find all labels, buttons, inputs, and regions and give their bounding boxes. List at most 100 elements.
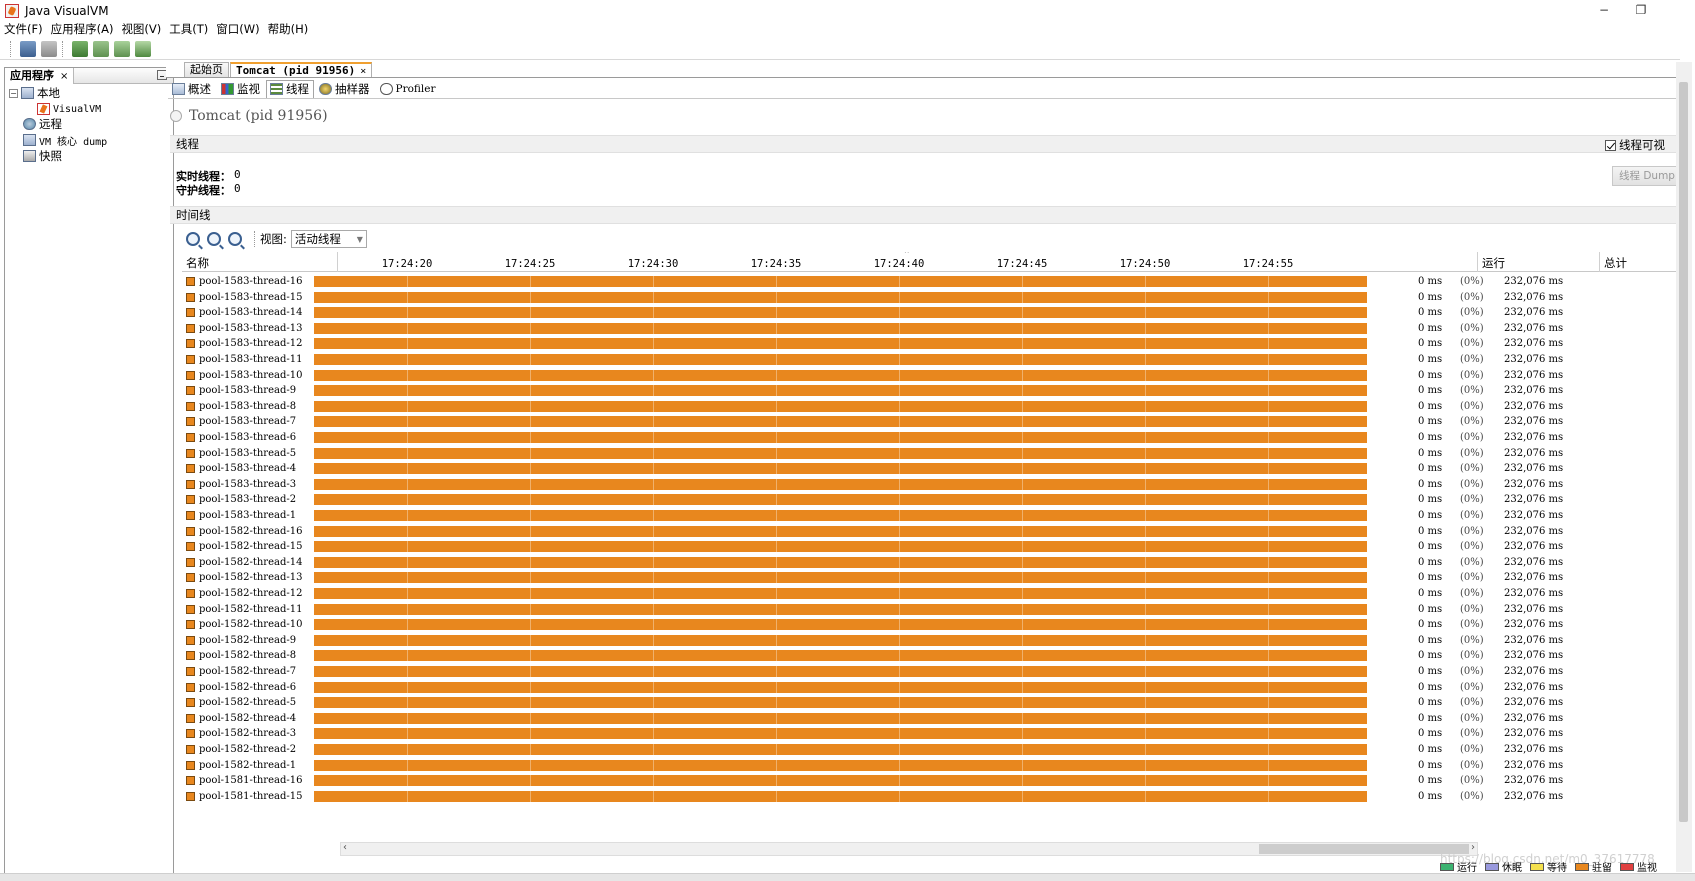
thread-row[interactable]: pool-1582-thread-11 0 ms (0%) 232,076 ms [182, 600, 1680, 618]
column-header-total[interactable]: 总计 [1604, 255, 1627, 271]
thread-row[interactable]: pool-1583-thread-6 0 ms (0%) 232,076 ms [182, 429, 1680, 446]
thread-row[interactable]: pool-1583-thread-4 0 ms (0%) 232,076 ms [182, 460, 1680, 478]
timeline-gridline [776, 787, 777, 805]
thread-row[interactable]: pool-1583-thread-10 0 ms (0%) 232,076 ms [182, 366, 1680, 384]
thread-row[interactable]: pool-1581-thread-16 0 ms (0%) 232,076 ms [182, 772, 1680, 790]
thread-row[interactable]: pool-1582-thread-2 0 ms (0%) 232,076 ms [182, 741, 1680, 758]
threads-visible-checkbox[interactable]: 线程可视 [1605, 137, 1665, 154]
thread-row[interactable]: pool-1582-thread-5 0 ms (0%) 232,076 ms [182, 694, 1680, 712]
tree-node-snapshots[interactable]: 快照 [23, 148, 62, 164]
tab-label: 概述 [188, 81, 211, 96]
menu-help[interactable]: 帮助(H) [268, 21, 309, 37]
thread-row[interactable]: pool-1583-thread-15 0 ms (0%) 232,076 ms [182, 288, 1680, 306]
thread-row[interactable]: pool-1583-thread-1 0 ms (0%) 232,076 ms [182, 507, 1680, 524]
applications-tab[interactable]: 应用程序 × [5, 67, 75, 84]
zoom-out-icon[interactable] [207, 232, 221, 246]
thread-row[interactable]: pool-1583-thread-3 0 ms (0%) 232,076 ms [182, 475, 1680, 493]
tab-tomcat[interactable]: Tomcat (pid 91956) × [230, 62, 373, 77]
load-application-snapshot-icon[interactable] [135, 40, 151, 57]
thread-dump-button[interactable]: 线程 Dump [1612, 166, 1682, 186]
thread-name-label: pool-1583-thread-16 [199, 276, 303, 287]
thread-row[interactable]: pool-1583-thread-8 0 ms (0%) 232,076 ms [182, 397, 1680, 415]
column-header-running[interactable]: 运行 [1482, 255, 1505, 271]
tab-monitor[interactable]: 监视 [217, 80, 265, 98]
minimize-button[interactable]: − [1585, 0, 1623, 22]
thread-total-time: 232,076 ms [1504, 338, 1564, 350]
thread-row[interactable]: pool-1582-thread-9 0 ms (0%) 232,076 ms [182, 631, 1680, 649]
close-icon[interactable]: × [60, 71, 68, 82]
tree-node-remote[interactable]: 远程 [23, 116, 62, 132]
add-jmx-connection-icon[interactable] [93, 40, 109, 57]
tab-overview[interactable]: 概述 [168, 80, 216, 98]
menu-window[interactable]: 窗口(W) [216, 21, 259, 37]
timeline-gridline [530, 288, 531, 306]
close-icon[interactable]: × [360, 66, 366, 77]
thread-row[interactable]: pool-1582-thread-10 0 ms (0%) 232,076 ms [182, 616, 1680, 634]
zoom-fit-icon[interactable] [228, 232, 242, 246]
thread-row[interactable]: pool-1582-thread-13 0 ms (0%) 232,076 ms [182, 569, 1680, 587]
thread-row[interactable]: pool-1583-thread-14 0 ms (0%) 232,076 ms [182, 304, 1680, 322]
thread-row[interactable]: pool-1582-thread-3 0 ms (0%) 232,076 ms [182, 725, 1680, 743]
tab-profiler[interactable]: Profiler [376, 80, 441, 98]
menu-applications[interactable]: 应用程序(A) [51, 21, 114, 37]
restore-button[interactable]: ❐ [1622, 0, 1660, 22]
thread-row[interactable]: pool-1582-thread-14 0 ms (0%) 232,076 ms [182, 553, 1680, 571]
column-divider[interactable] [337, 252, 338, 272]
thread-row[interactable]: pool-1582-thread-15 0 ms (0%) 232,076 ms [182, 538, 1680, 556]
checkbox-icon[interactable] [1605, 140, 1616, 151]
thread-row[interactable]: pool-1582-thread-8 0 ms (0%) 232,076 ms [182, 647, 1680, 665]
scrollbar-thumb[interactable] [1259, 844, 1469, 854]
thread-row[interactable]: pool-1583-thread-16 0 ms (0%) 232,076 ms [182, 273, 1680, 290]
thread-running-time: 0 ms [1418, 603, 1443, 615]
load-snapshot-icon[interactable] [20, 40, 36, 57]
column-divider[interactable] [1599, 252, 1600, 272]
timeline-tick-label: 17:24:50 [1119, 258, 1171, 270]
thread-running-percent: (0%) [1460, 759, 1484, 771]
thread-row[interactable]: pool-1582-thread-6 0 ms (0%) 232,076 ms [182, 678, 1680, 696]
scroll-left-icon[interactable]: ‹ [343, 842, 347, 853]
thread-row[interactable]: pool-1583-thread-11 0 ms (0%) 232,076 ms [182, 351, 1680, 368]
thread-row[interactable]: pool-1581-thread-15 0 ms (0%) 232,076 ms [182, 787, 1680, 805]
toolbar-grip [10, 40, 14, 57]
add-vm-coredump-icon[interactable] [114, 40, 130, 57]
threads-section-title: 线程 [176, 137, 199, 151]
thread-name: pool-1583-thread-16 [186, 275, 302, 288]
tab-threads[interactable]: 线程 [266, 79, 314, 98]
tree-node-local[interactable]: − 本地 [9, 85, 60, 101]
menu-file[interactable]: 文件(F) [4, 21, 43, 37]
thread-name: pool-1583-thread-4 [186, 462, 296, 475]
thread-row[interactable]: pool-1582-thread-7 0 ms (0%) 232,076 ms [182, 663, 1680, 680]
timeline-gridline [776, 553, 777, 571]
tab-sampler[interactable]: 抽样器 [315, 80, 375, 98]
tree-node-visualvm[interactable]: VisualVM [37, 101, 101, 117]
add-remote-host-icon[interactable] [72, 40, 88, 57]
menu-tools[interactable]: 工具(T) [169, 21, 208, 37]
window-horizontal-scrollbar[interactable] [0, 873, 1695, 881]
timeline-gridline [653, 631, 654, 649]
tree-node-core-dump[interactable]: VM 核心 dump [23, 132, 107, 148]
thread-row[interactable]: pool-1582-thread-12 0 ms (0%) 232,076 ms [182, 585, 1680, 602]
save-icon[interactable] [41, 40, 57, 57]
thread-row[interactable]: pool-1582-thread-4 0 ms (0%) 232,076 ms [182, 709, 1680, 727]
timeline-gridline [653, 382, 654, 400]
zoom-in-icon[interactable] [186, 232, 200, 246]
window-vertical-scrollbar[interactable] [1676, 62, 1692, 872]
thread-row[interactable]: pool-1582-thread-16 0 ms (0%) 232,076 ms [182, 522, 1680, 540]
thread-row[interactable]: pool-1582-thread-1 0 ms (0%) 232,076 ms [182, 756, 1680, 774]
collapse-icon[interactable]: − [9, 88, 18, 98]
thread-row[interactable]: pool-1583-thread-13 0 ms (0%) 232,076 ms [182, 319, 1680, 337]
thread-row[interactable]: pool-1583-thread-7 0 ms (0%) 232,076 ms [182, 413, 1680, 431]
thread-row[interactable]: pool-1583-thread-9 0 ms (0%) 232,076 ms [182, 382, 1680, 400]
timeline-gridline [407, 319, 408, 337]
tab-start-page[interactable]: 起始页 [184, 62, 229, 77]
timeline-gridline [530, 678, 531, 696]
thread-row[interactable]: pool-1583-thread-2 0 ms (0%) 232,076 ms [182, 491, 1680, 509]
menu-view[interactable]: 视图(V) [121, 21, 161, 37]
timeline-horizontal-scrollbar[interactable]: ‹ › [340, 842, 1478, 856]
thread-row[interactable]: pool-1583-thread-12 0 ms (0%) 232,076 ms [182, 335, 1680, 353]
thread-row[interactable]: pool-1583-thread-5 0 ms (0%) 232,076 ms [182, 444, 1680, 462]
column-header-name[interactable]: 名称 [186, 255, 209, 271]
scrollbar-thumb[interactable] [1679, 82, 1688, 822]
view-select[interactable]: 活动线程 ▼ [290, 230, 367, 248]
column-divider[interactable] [1477, 252, 1478, 272]
